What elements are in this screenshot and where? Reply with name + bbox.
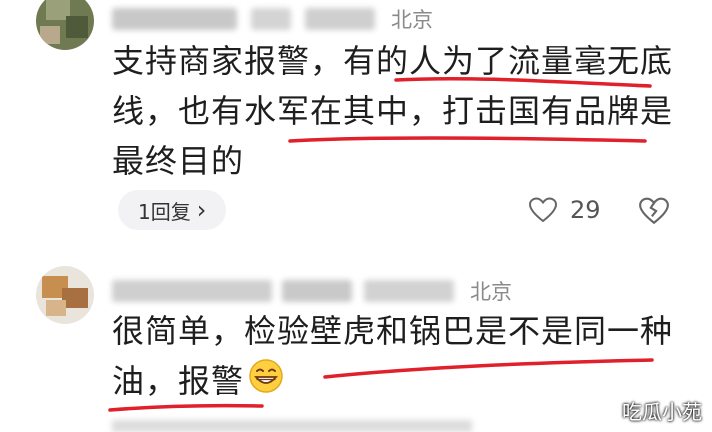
- comment-line: 最终目的: [112, 142, 245, 180]
- dislike-button[interactable]: [638, 196, 670, 230]
- comment-1-meta: 北京: [112, 4, 433, 34]
- username-blurred: [282, 280, 352, 302]
- reply-count-label: 1回复: [138, 199, 191, 224]
- comment-line: 很简单，检验壁虎和锅巴是不是同一种: [112, 312, 674, 350]
- next-comment-blurred: [112, 420, 472, 432]
- chevron-right-icon: ›: [196, 196, 207, 224]
- username-blurred[interactable]: [112, 280, 272, 302]
- username-blurred: [305, 8, 375, 30]
- grinning-face-emoji: [248, 358, 284, 408]
- username-blurred: [251, 8, 291, 30]
- comment-line-with-emoji: 油，报警: [112, 356, 673, 408]
- comment-line: 支持商家报警，有的人为了流量毫无底: [112, 42, 674, 80]
- username-blurred[interactable]: [112, 8, 237, 30]
- comment-2-meta: 北京: [112, 276, 512, 306]
- comment-1-text: 支持商家报警，有的人为了流量毫无底 线，也有水军在其中，打击国有品牌是 最终目的: [112, 36, 673, 186]
- username-blurred: [364, 280, 454, 302]
- broken-heart-icon: [639, 197, 669, 225]
- reply-count-button[interactable]: 1回复 ›: [118, 190, 227, 230]
- comment-line: 线，也有水军在其中，打击国有品牌是: [112, 92, 674, 130]
- comment-2-text: 很简单，检验壁虎和锅巴是不是同一种 油，报警: [112, 306, 673, 408]
- avatar-comment-2[interactable]: [36, 266, 94, 324]
- avatar-comment-1[interactable]: [36, 0, 94, 50]
- location-label: 北京: [391, 8, 433, 32]
- location-label: 北京: [470, 280, 512, 304]
- watermark: 吃瓜小苑: [622, 400, 702, 424]
- comment-line: 油，报警: [112, 362, 245, 400]
- heart-outline-icon[interactable]: [528, 196, 558, 224]
- like-count: 29: [570, 196, 601, 224]
- like-control[interactable]: 29: [528, 196, 601, 224]
